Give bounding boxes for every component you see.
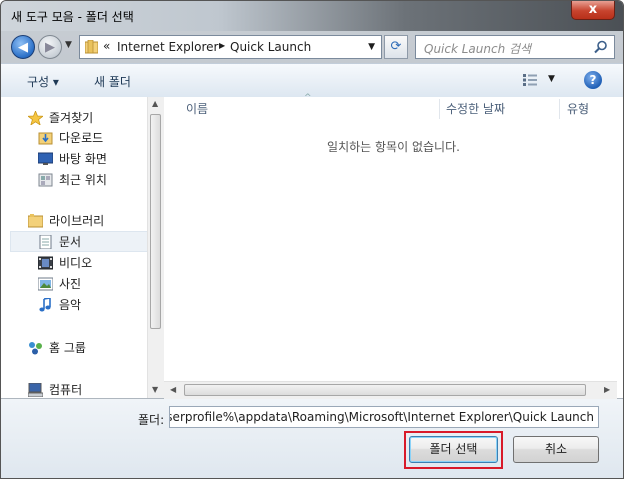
search-box[interactable]: Quick Launch 검색 [415, 35, 615, 59]
downloads-folder-icon [38, 132, 53, 145]
folder-path-input[interactable]: %userprofile%\appdata\Roaming\Microsoft\… [169, 406, 599, 428]
file-list-horizontal-scrollbar[interactable]: ◀ ▶ [164, 381, 617, 399]
close-button[interactable]: x [571, 1, 615, 20]
scrollbar-thumb[interactable] [184, 384, 586, 396]
star-icon [28, 111, 43, 125]
nav-item-label: 라이브러리 [49, 214, 105, 228]
new-folder-button[interactable]: 새 폴더 [94, 73, 131, 90]
folder-field-label: 폴더: [138, 413, 165, 427]
column-divider[interactable] [559, 99, 560, 119]
empty-folder-message: 일치하는 항목이 없습니다. [327, 140, 460, 154]
search-icon[interactable] [594, 40, 608, 54]
nav-item-label: 음악 [59, 298, 82, 312]
select-folder-button[interactable]: 폴더 선택 [409, 436, 498, 463]
homegroup-icon [29, 342, 42, 355]
forward-button[interactable]: ▶ [38, 35, 62, 59]
nav-item-label: 컴퓨터 [49, 383, 83, 397]
folder-icon [85, 40, 98, 54]
navpane-vertical-scrollbar[interactable]: ▲ ▼ [147, 97, 164, 398]
breadcrumb-quick-launch[interactable]: Quick Launch [230, 40, 311, 54]
breadcrumb-internet-explorer[interactable]: Internet Explorer [117, 40, 218, 54]
command-toolbar: 구성 ▾ 새 폴더 ▼ ? [1, 63, 623, 98]
column-header-date-modified[interactable]: 수정한 날짜 [446, 100, 505, 117]
cancel-button[interactable]: 취소 [513, 436, 599, 463]
music-icon [39, 298, 51, 312]
scrollbar-thumb[interactable] [150, 114, 161, 329]
scroll-down-arrow-icon[interactable]: ▼ [152, 385, 158, 394]
file-list-pane: ^ 이름 수정한 날짜 유형 일치하는 항목이 없습니다. ◀ ▶ [164, 93, 623, 399]
back-button[interactable]: ◀ [11, 35, 35, 59]
address-dropdown-icon[interactable]: ▼ [368, 42, 375, 52]
change-view-icon[interactable] [523, 74, 537, 86]
nav-item-label: 다운로드 [59, 131, 104, 145]
nav-item-label: 문서 [59, 235, 82, 249]
folder-path-value: %userprofile%\appdata\Roaming\Microsoft\… [169, 410, 594, 424]
title-bar[interactable]: 새 도구 모음 - 폴더 선택 x [1, 1, 623, 31]
desktop-icon [38, 152, 53, 165]
organize-menu-button[interactable]: 구성 ▾ [27, 73, 59, 90]
search-input[interactable]: Quick Launch 검색 [424, 40, 531, 57]
pictures-icon [38, 277, 53, 291]
navigation-pane: 즐겨찾기 다운로드 바탕 화면 최근 위치 라이브러리 문서 비디오 사진 음악… [1, 97, 164, 398]
dialog-footer: 폴더: %userprofile%\appdata\Roaming\Micros… [1, 399, 623, 478]
nav-item-label: 사진 [59, 277, 82, 291]
scroll-right-arrow-icon[interactable]: ▶ [604, 385, 610, 394]
refresh-icon: ⟳ [390, 39, 402, 54]
documents-icon [39, 235, 52, 249]
recent-pages-dropdown-icon[interactable]: ▼ [65, 40, 72, 50]
navigation-bar: ◀ ▶ ▼ « Internet Explorer ▶ Quick Launch… [1, 31, 623, 63]
view-options-dropdown-icon[interactable]: ▼ [548, 74, 555, 84]
nav-item-label: 홈 그룹 [49, 341, 86, 355]
column-divider[interactable] [439, 99, 440, 119]
nav-item-label: 최근 위치 [59, 173, 107, 187]
column-header-type[interactable]: 유형 [567, 100, 589, 117]
sort-ascending-icon: ^ [304, 93, 312, 103]
nav-item-label: 바탕 화면 [59, 152, 107, 166]
address-overflow-chevron[interactable]: « [103, 39, 110, 53]
nav-item-label: 비디오 [59, 256, 93, 270]
scroll-up-arrow-icon[interactable]: ▲ [152, 99, 158, 108]
folder-select-dialog: 새 도구 모음 - 폴더 선택 x ◀ ▶ ▼ « Internet Explo… [0, 0, 624, 479]
scroll-left-arrow-icon[interactable]: ◀ [170, 385, 176, 394]
window-title: 새 도구 모음 - 폴더 선택 [11, 10, 134, 24]
column-header-name[interactable]: 이름 [186, 100, 208, 117]
address-bar[interactable]: « Internet Explorer ▶ Quick Launch ▼ [79, 35, 382, 59]
refresh-button[interactable]: ⟳ [384, 35, 408, 59]
breadcrumb-arrow-icon[interactable]: ▶ [219, 41, 225, 50]
libraries-icon [28, 214, 43, 228]
nav-item-label: 즐겨찾기 [49, 111, 94, 125]
videos-icon [38, 256, 53, 270]
recent-places-icon [38, 173, 53, 187]
computer-icon [28, 383, 43, 397]
help-icon[interactable]: ? [584, 71, 602, 89]
